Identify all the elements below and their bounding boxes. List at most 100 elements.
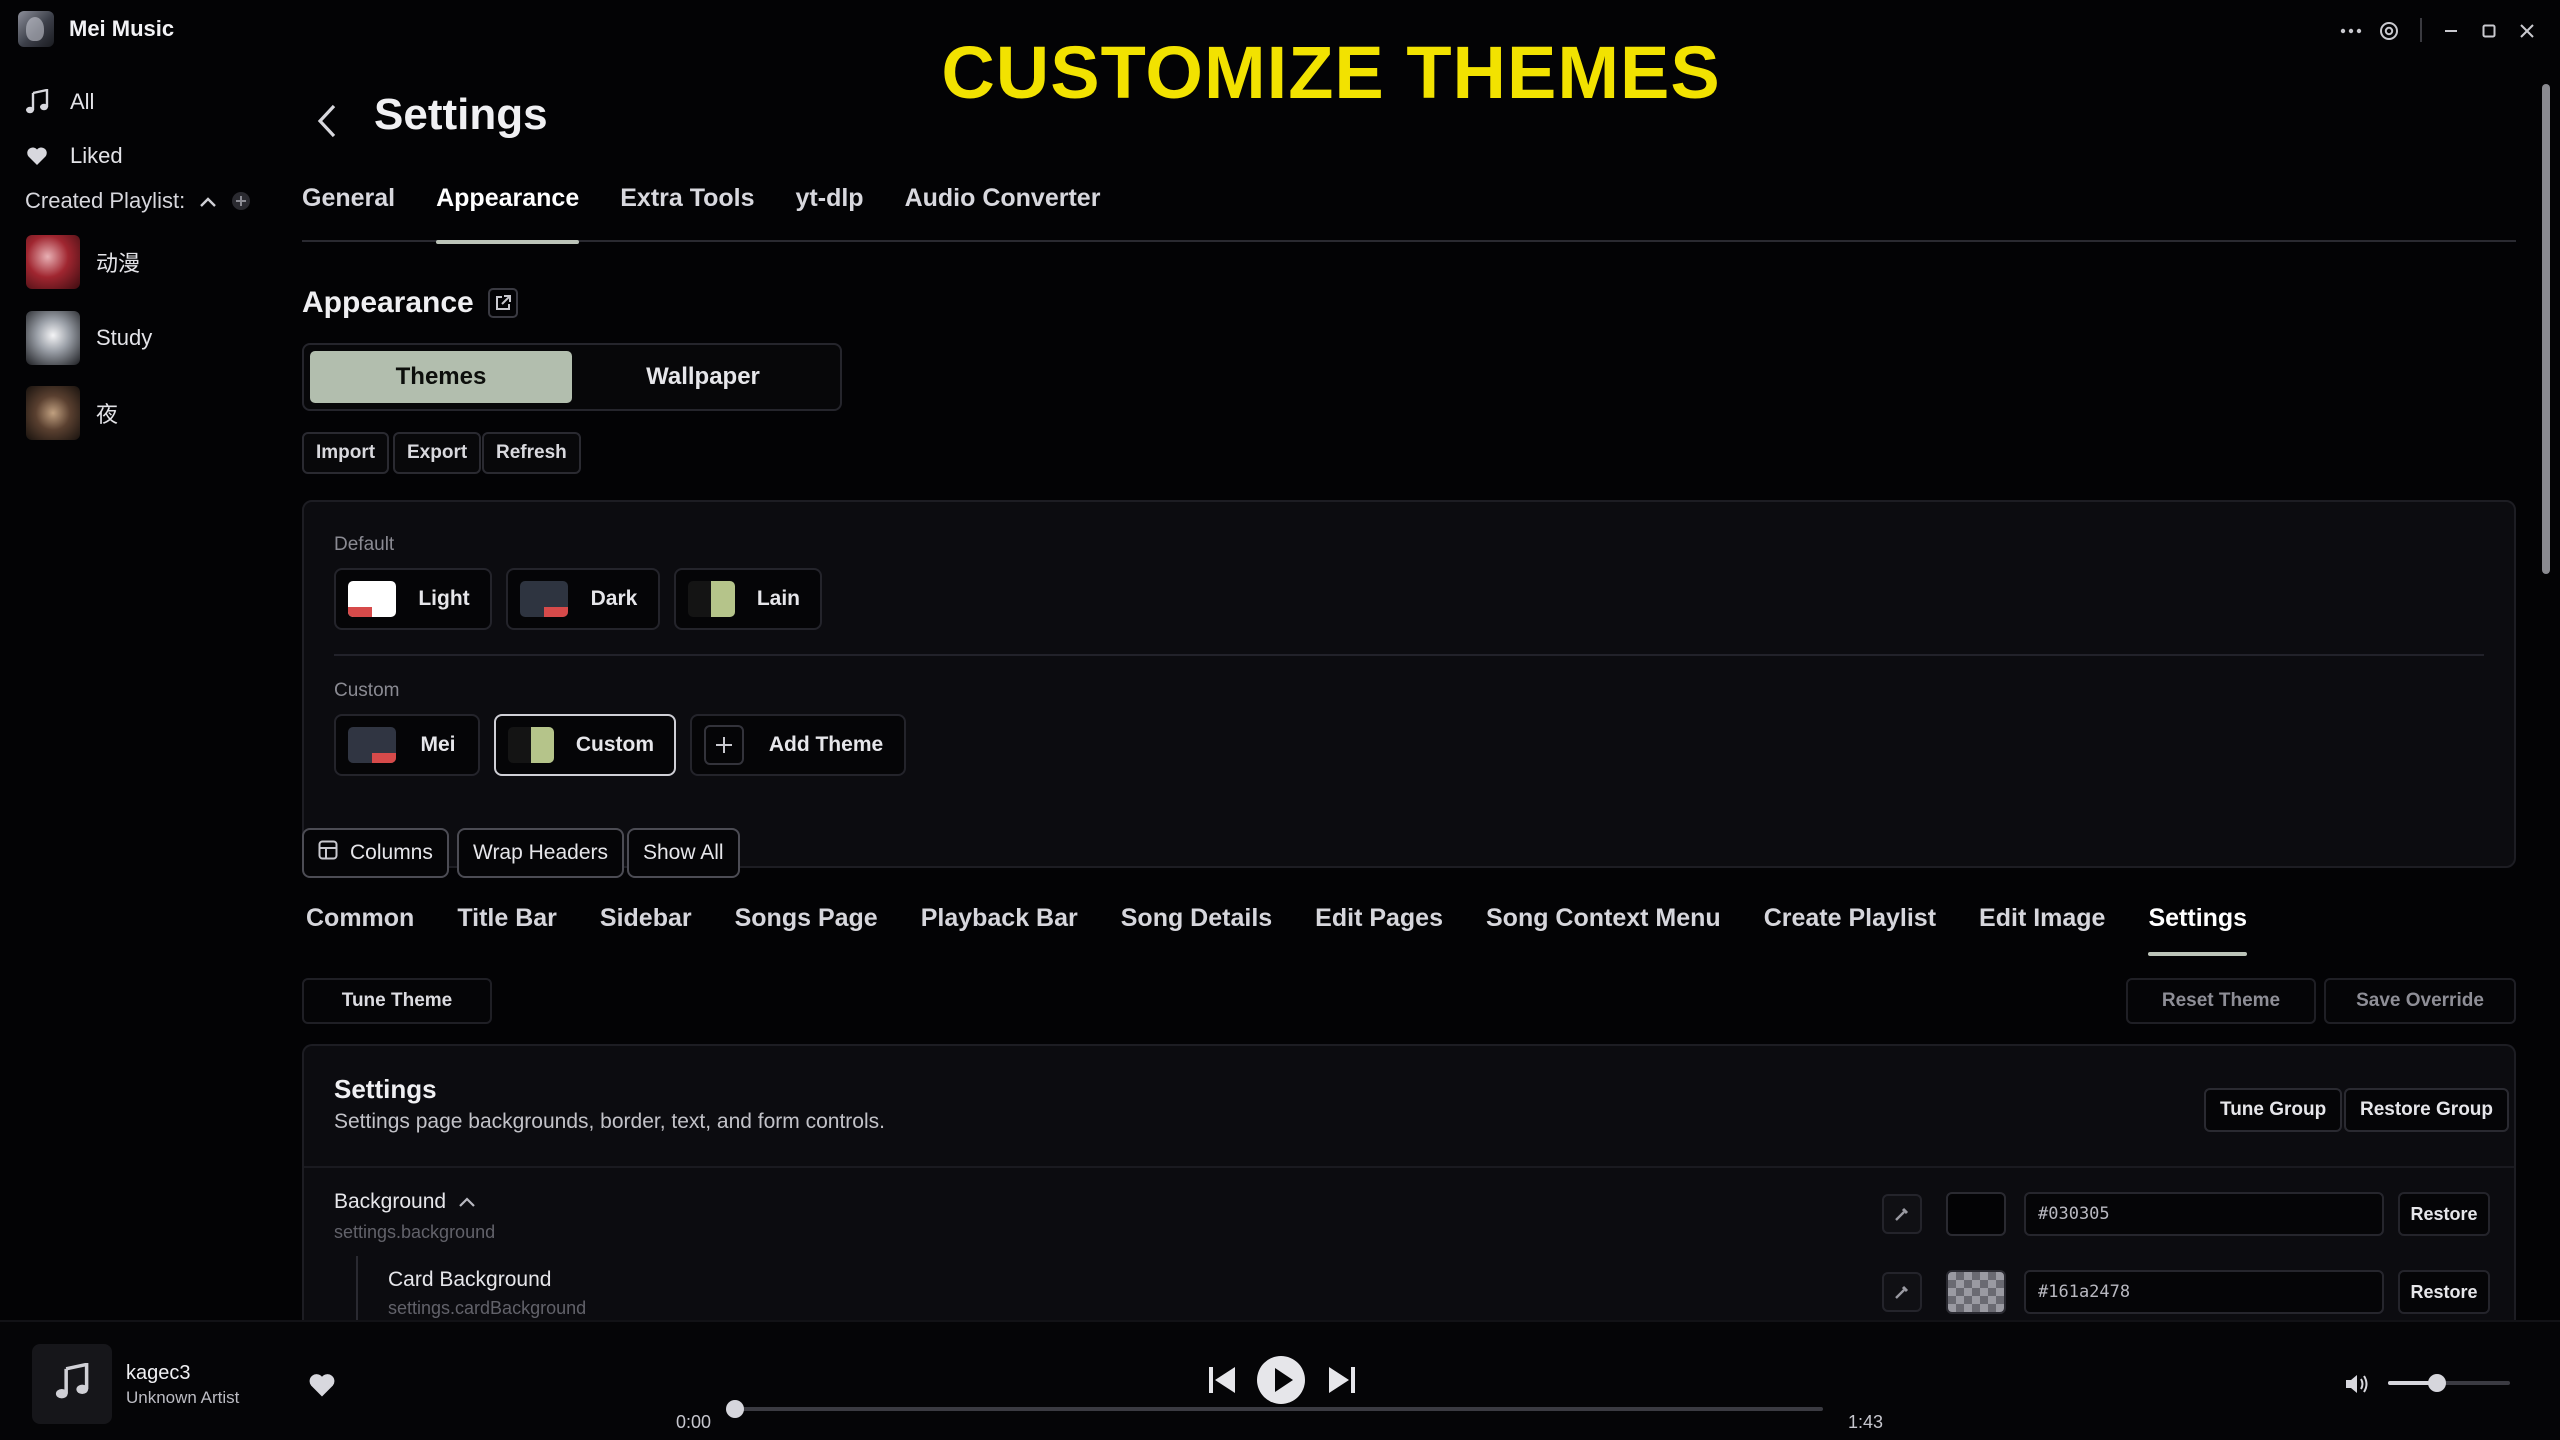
- tab-general[interactable]: General: [302, 178, 395, 242]
- chevron-up-icon[interactable]: [458, 1190, 476, 1214]
- theme-swatch: [688, 581, 735, 617]
- close-icon[interactable]: [2514, 18, 2540, 44]
- restore-button[interactable]: Restore: [2398, 1270, 2490, 1314]
- subtab-song-context-menu[interactable]: Song Context Menu: [1486, 904, 1721, 956]
- song-artist[interactable]: Unknown Artist: [126, 1388, 239, 1408]
- current-time: 0:00: [676, 1412, 712, 1432]
- subtab-playback-bar[interactable]: Playback Bar: [921, 904, 1078, 956]
- playlist-label: 夜: [96, 402, 119, 427]
- color-hex-input[interactable]: [2024, 1270, 2384, 1314]
- theme-label: Light: [418, 587, 470, 610]
- default-themes-label: Default: [334, 534, 395, 555]
- columns-icon: [318, 840, 338, 866]
- playlist-label: Study: [96, 325, 153, 350]
- color-preview[interactable]: [1946, 1192, 2006, 1236]
- save-override-button[interactable]: Save Override: [2324, 978, 2516, 1024]
- sidebar-item-all[interactable]: All: [24, 82, 94, 122]
- reset-theme-button[interactable]: Reset Theme: [2126, 978, 2316, 1024]
- eyedropper-icon[interactable]: [1882, 1194, 1922, 1234]
- theme-group-tabs: Common Title Bar Sidebar Songs Page Play…: [306, 904, 2247, 956]
- chevron-left-icon: [317, 104, 336, 138]
- minimize-icon[interactable]: [2438, 18, 2464, 44]
- wrap-headers-button[interactable]: Wrap Headers: [457, 828, 625, 878]
- restore-group-button[interactable]: Restore Group: [2344, 1088, 2510, 1132]
- subtab-common[interactable]: Common: [306, 904, 414, 956]
- seek-bar[interactable]: [735, 1407, 1823, 1411]
- show-all-button[interactable]: Show All: [627, 828, 740, 878]
- playlist-item[interactable]: 夜: [26, 385, 118, 441]
- external-link-icon[interactable]: [487, 288, 518, 318]
- heart-icon[interactable]: [308, 1372, 340, 1402]
- play-button[interactable]: [1255, 1354, 1307, 1406]
- section-title-text: Appearance: [302, 286, 474, 319]
- subtab-songs-page[interactable]: Songs Page: [735, 904, 878, 956]
- heart-icon: [24, 146, 50, 166]
- subtab-edit-pages[interactable]: Edit Pages: [1315, 904, 1443, 956]
- seek-handle[interactable]: [726, 1400, 744, 1418]
- import-button[interactable]: Import: [302, 432, 390, 474]
- previous-track-button[interactable]: [1204, 1356, 1240, 1404]
- theme-lain[interactable]: Lain: [674, 568, 822, 630]
- playlist-item[interactable]: 动漫: [26, 234, 140, 290]
- group-title: Settings: [334, 1074, 437, 1104]
- sidebar-item-liked[interactable]: Liked: [24, 136, 123, 176]
- color-hex-input[interactable]: [2024, 1192, 2384, 1236]
- columns-button[interactable]: Columns: [302, 828, 449, 878]
- theme-custom[interactable]: Custom: [494, 714, 676, 776]
- segment-wallpaper[interactable]: Wallpaper: [572, 351, 834, 403]
- add-theme-label: Add Theme: [768, 733, 884, 756]
- columns-label: Columns: [350, 841, 433, 864]
- more-icon[interactable]: [2338, 18, 2364, 44]
- skip-previous-icon: [1209, 1367, 1235, 1393]
- tab-extra-tools[interactable]: Extra Tools: [620, 178, 754, 242]
- play-icon: [1257, 1356, 1305, 1404]
- subtab-create-playlist[interactable]: Create Playlist: [1764, 904, 1936, 956]
- subtab-title-bar[interactable]: Title Bar: [457, 904, 557, 956]
- eyedropper-icon[interactable]: [1882, 1272, 1922, 1312]
- scrollbar-thumb[interactable]: [2542, 84, 2550, 574]
- theme-label: Lain: [756, 587, 800, 610]
- subtab-sidebar[interactable]: Sidebar: [600, 904, 692, 956]
- settings-gear-icon[interactable]: [2376, 18, 2402, 44]
- tree-indent-line: [356, 1256, 358, 1320]
- add-playlist-icon[interactable]: [231, 191, 251, 211]
- theme-dark[interactable]: Dark: [506, 568, 660, 630]
- volume-handle[interactable]: [2427, 1374, 2446, 1392]
- back-button[interactable]: [302, 96, 352, 146]
- theme-label: Mei: [420, 733, 456, 756]
- tune-group-button[interactable]: Tune Group: [2204, 1088, 2343, 1132]
- maximize-icon[interactable]: [2476, 18, 2502, 44]
- tab-audio-converter[interactable]: Audio Converter: [905, 178, 1101, 242]
- subtab-song-details[interactable]: Song Details: [1121, 904, 1272, 956]
- settings-page: Settings General Appearance Extra Tools …: [302, 60, 2516, 1320]
- subtab-settings[interactable]: Settings: [2148, 904, 2247, 956]
- tune-theme-button[interactable]: Tune Theme: [302, 978, 492, 1024]
- tab-appearance[interactable]: Appearance: [436, 178, 580, 244]
- title-bar: Mei Music CUSTOMIZE THEMES: [0, 0, 2560, 114]
- subtab-edit-image[interactable]: Edit Image: [1979, 904, 2105, 956]
- theme-mei[interactable]: Mei: [334, 714, 480, 776]
- volume-slider[interactable]: [2388, 1381, 2510, 1385]
- panel-divider: [334, 654, 2484, 656]
- restore-button[interactable]: Restore: [2398, 1192, 2490, 1236]
- duration: 1:43: [1848, 1412, 1884, 1432]
- segment-themes[interactable]: Themes: [310, 351, 572, 403]
- volume-icon[interactable]: [2344, 1372, 2372, 1400]
- export-button[interactable]: Export: [393, 432, 482, 474]
- playlist-cover: [26, 235, 80, 289]
- album-cover: [32, 1344, 112, 1424]
- token-label: Background: [334, 1190, 476, 1214]
- color-preview[interactable]: [1946, 1270, 2006, 1314]
- add-theme-button[interactable]: Add Theme: [690, 714, 906, 776]
- appearance-heading: Appearance: [302, 286, 518, 320]
- chevron-up-icon[interactable]: [199, 188, 217, 214]
- playlist-item[interactable]: Study: [26, 310, 152, 366]
- page-title: Settings: [374, 90, 548, 139]
- refresh-button[interactable]: Refresh: [482, 432, 581, 474]
- song-title[interactable]: kagec3: [126, 1362, 191, 1385]
- sidebar-item-label: All: [70, 89, 95, 114]
- tab-yt-dlp[interactable]: yt-dlp: [796, 178, 864, 242]
- next-track-button[interactable]: [1324, 1356, 1360, 1404]
- section-label: Created Playlist:: [25, 188, 186, 213]
- theme-light[interactable]: Light: [334, 568, 492, 630]
